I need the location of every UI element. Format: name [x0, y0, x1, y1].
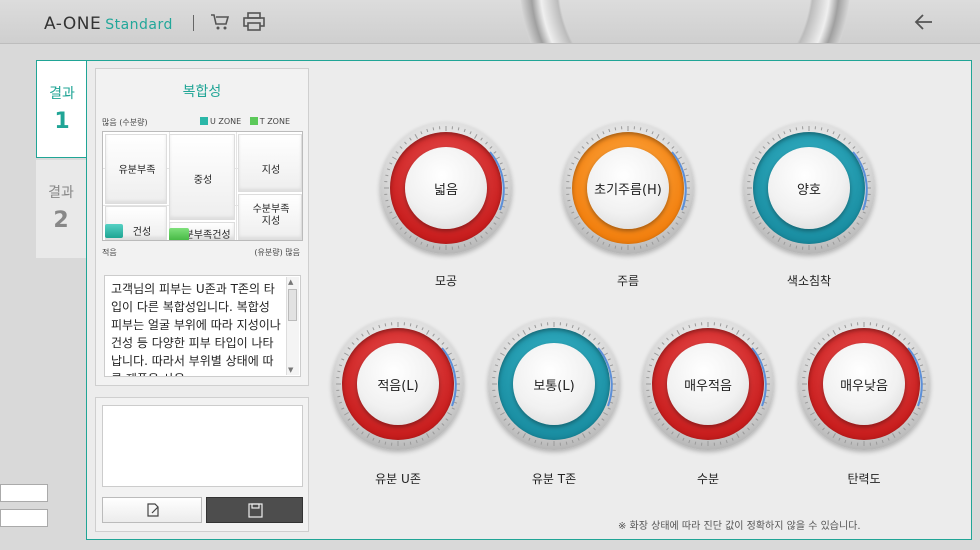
dial-6: 매우낮음: [798, 318, 930, 450]
disclaimer-notice: ※ 화장 상태에 따라 진단 값이 정확하지 않을 수 있습니다.: [618, 521, 861, 532]
print-icon[interactable]: [243, 12, 265, 36]
scroll-down-icon[interactable]: ▼: [288, 366, 293, 374]
cell-label: 지성: [261, 165, 281, 176]
dial-value: 적음(L): [377, 379, 419, 394]
dial-label-6: 탄력도: [847, 472, 881, 486]
description-scrollbar[interactable]: ▲ ▼: [286, 277, 299, 375]
back-arrow-icon[interactable]: [914, 13, 934, 35]
axis-oil-label: (유분량) 많음: [254, 248, 300, 257]
axis-low-label: 적음: [102, 248, 117, 257]
result-tabs: 결과 1 결과 2: [36, 60, 87, 260]
cell-normal: 중성: [169, 134, 235, 220]
side-input-1[interactable]: [0, 484, 48, 502]
dial-0: 넓음: [380, 122, 512, 254]
skin-type-title: 복합성: [182, 84, 222, 100]
tab-result-1[interactable]: 결과 1: [36, 60, 87, 158]
save-icon: [248, 503, 263, 518]
dial-label-3: 유분 U존: [375, 472, 421, 486]
dial-3: 적음(L): [332, 318, 464, 450]
t-zone-marker: [169, 228, 189, 240]
dial-2: 양호: [743, 122, 875, 254]
axis-moisture-label: 많음 (수분량): [102, 118, 148, 127]
memo-input[interactable]: [102, 405, 303, 487]
edit-icon: [147, 503, 159, 517]
app-header: A-ONE Standard: [0, 0, 980, 44]
save-memo-button[interactable]: [206, 497, 303, 523]
dial-value: 초기주름(H): [594, 183, 662, 198]
cell-label: 건성: [132, 227, 152, 238]
dial-label-0: 모공: [434, 274, 458, 288]
cell-label: 중성: [193, 175, 213, 186]
t-zone-label: T ZONE: [259, 117, 291, 126]
dial-4: 보통(L): [488, 318, 620, 450]
tab-label: 결과: [48, 185, 74, 201]
header-divider: [193, 15, 194, 31]
header-background-graphic: [520, 0, 850, 43]
dial-value: 양호: [797, 183, 821, 198]
tab-number: 2: [53, 208, 69, 233]
dial-5: 매우적음: [642, 318, 774, 450]
dial-value: 넓음: [434, 183, 458, 198]
skin-description-text: 고객님의 피부는 U존과 T존의 타입이 다른 복합성입니다. 복합성 피부는 …: [111, 282, 281, 376]
cell-oily-dehydrated: 유분부족: [105, 134, 167, 204]
edit-memo-button[interactable]: [102, 497, 202, 523]
tab-number: 1: [54, 109, 70, 134]
skin-description-box: 고객님의 피부는 U존과 T존의 타입이 다른 복합성입니다. 복합성 피부는 …: [104, 275, 301, 377]
cell-oily: 지성: [238, 134, 302, 192]
tab-result-2[interactable]: 결과 2: [36, 160, 86, 258]
scroll-up-icon[interactable]: ▲: [288, 278, 293, 286]
dial-1: 초기주름(H): [562, 122, 694, 254]
dial-value: 보통(L): [533, 379, 575, 394]
cell-label: 수분부족 지성: [252, 204, 290, 227]
cell-dehydrated-oily: 수분부족 지성: [238, 194, 302, 240]
skin-type-card: 복합성 많음 (수분량) U ZONE T ZONE 유분부족 중성 지성 건성…: [95, 68, 309, 386]
dial-value: 매우낮음: [840, 379, 888, 394]
scroll-thumb[interactable]: [288, 289, 297, 321]
dial-label-1: 주름: [616, 274, 640, 288]
brand-logo: A-ONE Standard: [44, 14, 173, 34]
t-zone-swatch: [249, 117, 258, 125]
cell-label: 유분부족: [118, 165, 156, 176]
u-zone-label: U ZONE: [210, 117, 242, 126]
dial-label-4: 유분 T존: [531, 472, 577, 486]
dial-label-5: 수분: [696, 472, 720, 486]
dial-label-2: 색소침착: [786, 274, 832, 288]
dial-value: 매우적음: [684, 379, 732, 394]
skin-type-grid: 유분부족 중성 지성 건성 수분부족건성 수분부족 지성: [102, 131, 303, 241]
u-zone-marker: [105, 224, 123, 238]
side-input-2[interactable]: [0, 509, 48, 527]
brand-edition: Standard: [105, 17, 173, 33]
u-zone-swatch: [200, 117, 208, 125]
tab-label: 결과: [49, 86, 75, 102]
brand-name: A-ONE: [44, 14, 102, 34]
cart-icon[interactable]: [210, 13, 230, 35]
zone-legend: U ZONE T ZONE: [200, 117, 290, 126]
memo-card: [95, 397, 309, 532]
